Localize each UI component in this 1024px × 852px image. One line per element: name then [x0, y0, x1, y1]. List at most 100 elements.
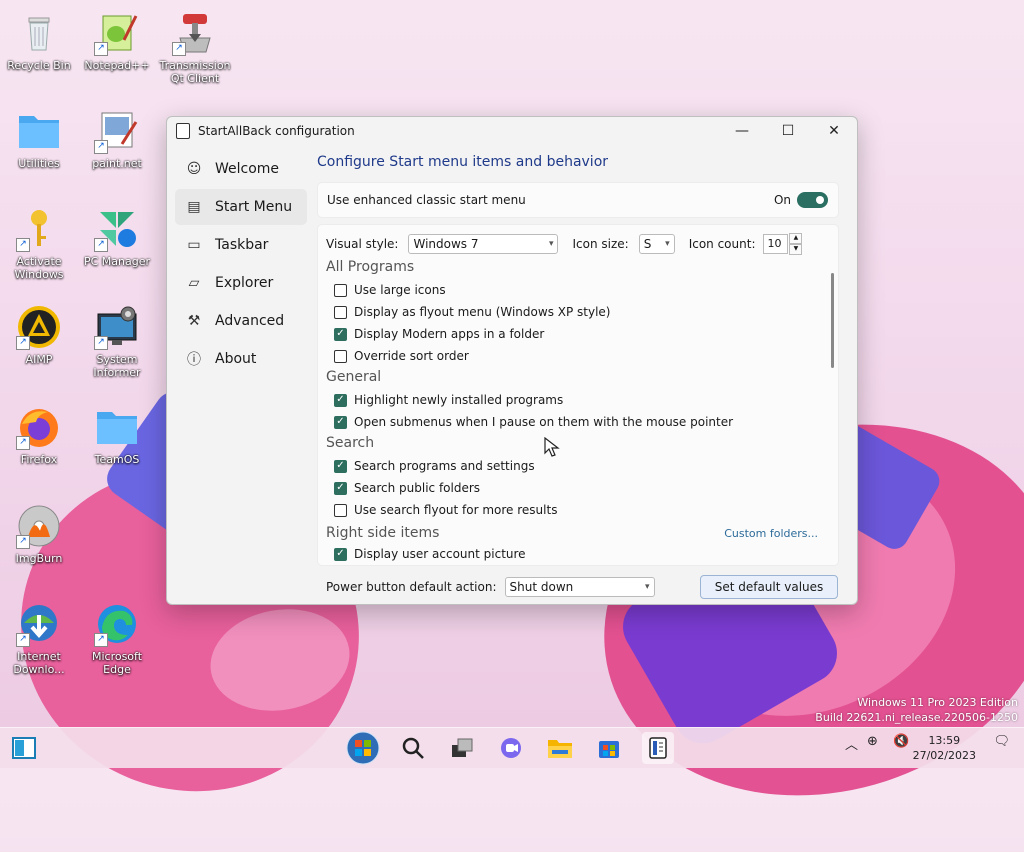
desktop-icon-recycle-bin[interactable]: Recycle Bin	[1, 10, 77, 72]
notifications-icon[interactable]: 🗨	[993, 734, 1010, 749]
option-open-submenus[interactable]: ✓ Open submenus when I pause on them with…	[326, 411, 818, 433]
close-button[interactable]: ✕	[811, 117, 857, 145]
checkbox-checked[interactable]: ✓	[334, 481, 347, 495]
icon-count-value[interactable]: 10	[763, 234, 789, 254]
stepper-down-icon[interactable]: ▼	[789, 244, 803, 255]
scrollbar-thumb[interactable]	[831, 273, 834, 368]
desktop-icon-internet-download[interactable]: ↗ Internet Downlo...	[1, 601, 77, 676]
nav-item-label: Welcome	[215, 161, 280, 177]
file-explorer-button[interactable]	[544, 732, 576, 764]
watermark-build: Build 22621.ni_release.220506-1250	[815, 711, 1018, 724]
clock-time: 13:59	[928, 734, 961, 747]
nav-item-about[interactable]: ⓘ About	[175, 341, 307, 377]
desktop-icon-paintnet[interactable]: ↗ paint.net	[79, 108, 155, 170]
minimize-button[interactable]: —	[719, 117, 765, 145]
option-flyout-menu[interactable]: Display as flyout menu (Windows XP style…	[326, 301, 818, 323]
startallback-taskbar-button[interactable]	[642, 732, 674, 764]
option-account-picture[interactable]: ✓ Display user account picture	[326, 543, 818, 565]
checkbox-checked[interactable]: ✓	[334, 393, 347, 407]
icon-size-select[interactable]: S ▾	[638, 234, 675, 254]
desktop-icon-system-informer[interactable]: ↗ System Informer	[79, 304, 155, 379]
nav-item-welcome[interactable]: ☺ Welcome	[175, 151, 307, 187]
enhanced-menu-toggle[interactable]	[797, 192, 828, 208]
icon-size-label: Icon size:	[572, 237, 629, 251]
show-desktop-button[interactable]	[8, 732, 40, 764]
imgburn-icon: ↗	[16, 503, 62, 549]
option-large-icons[interactable]: Use large icons	[326, 279, 818, 301]
maximize-button[interactable]: ☐	[765, 117, 811, 145]
desktop-icon-transmission[interactable]: ↗ Transmission Qt Client	[157, 10, 233, 85]
visual-style-select[interactable]: Windows 7 ▾	[408, 234, 559, 254]
option-label: Override sort order	[354, 349, 469, 363]
speaker-muted-icon[interactable]: 🔇	[893, 734, 909, 749]
store-icon	[599, 741, 619, 758]
desktop-icon-aimp[interactable]: ↗ AIMP	[1, 304, 77, 366]
stepper-up-icon[interactable]: ▲	[789, 233, 803, 244]
option-search-programs[interactable]: ✓ Search programs and settings	[326, 455, 818, 477]
option-highlight-new[interactable]: ✓ Highlight newly installed programs	[326, 389, 818, 411]
option-label: Search public folders	[354, 481, 481, 495]
system-informer-icon: ↗	[94, 304, 140, 350]
visual-style-label: Visual style:	[326, 237, 399, 251]
section-right-side-row: Right side items Custom folders...	[326, 523, 818, 543]
power-button-select[interactable]: Shut down ▾	[504, 577, 655, 597]
shortcut-arrow-icon: ↗	[94, 140, 108, 154]
startallback-window[interactable]: StartAllBack configuration — ☐ ✕ ☺ Welco…	[166, 116, 858, 605]
nav-item-advanced[interactable]: ⚒ Advanced	[175, 303, 307, 339]
options-panel[interactable]: Visual style: Windows 7 ▾ Icon size: S ▾…	[317, 224, 839, 566]
nav-item-taskbar[interactable]: ▭ Taskbar	[175, 227, 307, 263]
option-label: Display as flyout menu (Windows XP style…	[354, 305, 611, 319]
start-button[interactable]	[345, 731, 381, 765]
checkbox[interactable]	[334, 503, 347, 517]
desktop-icon-teamos[interactable]: TeamOS	[79, 404, 155, 466]
desktop-icon-firefox[interactable]: ↗ Firefox	[1, 404, 77, 466]
search-button[interactable]	[397, 732, 429, 764]
nav-item-start-menu[interactable]: ▤ Start Menu	[175, 189, 307, 225]
checkbox[interactable]	[334, 349, 347, 363]
custom-folders-link[interactable]: Custom folders...	[724, 527, 818, 540]
microsoft-store-button[interactable]	[593, 732, 625, 764]
option-label: Display user account picture	[354, 547, 526, 561]
shortcut-arrow-icon: ↗	[16, 336, 30, 350]
desktop-icon-imgburn[interactable]: ↗ ImgBurn	[1, 503, 77, 565]
option-sort-order[interactable]: Override sort order	[326, 345, 818, 367]
chevron-up-icon[interactable]: ︿	[845, 734, 858, 753]
stepper-buttons: ▲ ▼	[789, 233, 803, 255]
teams-chat-button[interactable]	[495, 732, 527, 764]
desktop-icon-utilities[interactable]: Utilities	[1, 108, 77, 170]
icon-count-stepper[interactable]: 10 ▲ ▼	[763, 233, 803, 255]
folder-icon	[94, 404, 140, 450]
page-title: Configure Start menu items and behavior	[317, 154, 609, 170]
close-icon: ✕	[828, 123, 840, 139]
checkbox-checked[interactable]: ✓	[334, 459, 347, 473]
shortcut-arrow-icon: ↗	[94, 336, 108, 350]
set-default-values-button[interactable]: Set default values	[700, 575, 838, 599]
checkbox-checked[interactable]: ✓	[334, 415, 347, 429]
clock-date: 27/02/2023	[912, 749, 976, 762]
checkbox[interactable]	[334, 283, 347, 297]
smile-icon: ☺	[186, 161, 202, 177]
checkbox[interactable]	[334, 305, 347, 319]
minimize-icon: —	[735, 123, 749, 139]
network-globe-icon[interactable]: ⊕	[867, 734, 878, 749]
shortcut-arrow-icon: ↗	[172, 42, 186, 56]
checkbox-checked[interactable]: ✓	[334, 547, 347, 561]
checkbox-checked[interactable]: ✓	[334, 327, 347, 341]
nav-item-explorer[interactable]: ▱ Explorer	[175, 265, 307, 301]
option-modern-apps[interactable]: ✓ Display Modern apps in a folder	[326, 323, 818, 345]
desktop-icon-microsoft-edge[interactable]: ↗ Microsoft Edge	[79, 601, 155, 676]
power-button-value: Shut down	[509, 580, 574, 594]
desktop-icon-activate-windows[interactable]: ↗ Activate Windows	[1, 206, 77, 281]
content-pane: Configure Start menu items and behavior …	[317, 151, 839, 599]
taskbar-icon: ▭	[187, 237, 201, 253]
clock[interactable]: 13:59 27/02/2023	[913, 733, 976, 763]
option-search-public[interactable]: ✓ Search public folders	[326, 477, 818, 499]
option-search-flyout[interactable]: Use search flyout for more results	[326, 499, 818, 521]
internet-download-manager-icon: ↗	[16, 601, 62, 647]
section-search: Search	[326, 435, 375, 451]
desktop-icon-pc-manager[interactable]: ↗ PC Manager	[79, 206, 155, 268]
sidebar-nav: ☺ Welcome ▤ Start Menu ▭ Taskbar ▱ Explo…	[175, 151, 307, 379]
desktop-icon-label: AIMP	[25, 353, 53, 366]
task-view-button[interactable]	[446, 732, 478, 764]
desktop-icon-notepadpp[interactable]: ↗ Notepad++	[79, 10, 155, 72]
